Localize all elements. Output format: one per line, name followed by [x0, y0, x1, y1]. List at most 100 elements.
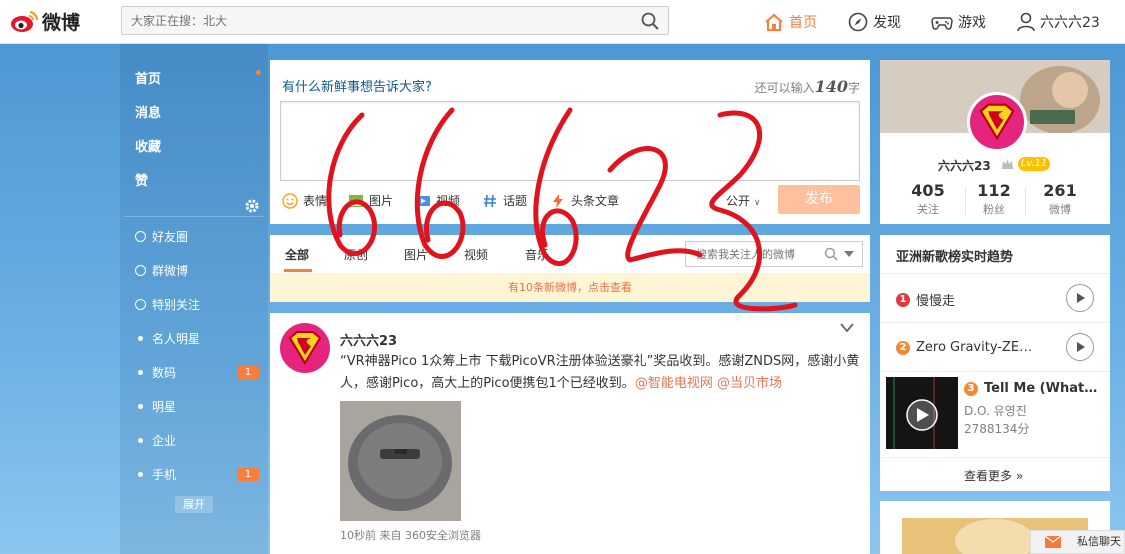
nav-user[interactable]: 六六六23 [1017, 0, 1100, 44]
song-item-2[interactable]: 2 Zero Gravity-ZE… [896, 340, 1032, 355]
group-label: 群微博 [152, 264, 189, 278]
visibility-select[interactable]: 公开 ∨ [726, 192, 760, 209]
video-tool[interactable]: 视频 [415, 192, 460, 209]
play-button[interactable] [1066, 333, 1094, 361]
mention-link[interactable]: @当贝市场 [717, 376, 782, 391]
feed-search-input[interactable] [686, 242, 814, 266]
rank-badge: 2 [896, 340, 910, 355]
nav-home-label: 首页 [789, 15, 817, 31]
bullet-icon [138, 404, 143, 409]
video-label: 视频 [436, 194, 461, 208]
video-icon [416, 195, 430, 206]
song-item-3[interactable]: 3 Tell Me (What… [964, 381, 1097, 396]
topic-tool[interactable]: 话题 [482, 192, 527, 209]
digital-count-badge: 1 [237, 366, 259, 379]
sidebar-group-celebs[interactable]: 名人明星 [135, 330, 200, 347]
play-icon [1077, 342, 1085, 352]
image-tool[interactable]: 图片 [348, 192, 393, 209]
profile-name[interactable]: 六六六23 [938, 157, 991, 174]
song-title: Tell Me (What… [984, 381, 1098, 396]
article-tool[interactable]: 头条文章 [550, 192, 619, 209]
song-score: 2788134分 [964, 422, 1030, 436]
search-input[interactable] [122, 7, 612, 34]
image-icon [349, 194, 363, 207]
emoji-tool[interactable]: 表情 [282, 192, 327, 209]
stat-label: 微博 [1049, 203, 1071, 216]
view-more-link[interactable]: 查看更多 » [964, 467, 1023, 484]
mention-link[interactable]: @智能电视网 [635, 376, 713, 391]
rank-badge: 1 [896, 292, 910, 307]
sidebar-item-likes[interactable]: 赞 [135, 170, 148, 189]
smiley-icon [282, 192, 298, 209]
composer-textarea[interactable] [280, 101, 860, 181]
stat-followers[interactable]: 112 粉丝 [956, 181, 1032, 217]
nav-discover[interactable]: 发现 [848, 0, 901, 44]
chevron-down-icon[interactable] [840, 323, 854, 333]
post-author[interactable]: 六六六23 [340, 330, 397, 349]
tab-all[interactable]: 全部 [285, 246, 309, 263]
char-limit-number: 140 [814, 77, 848, 96]
stat-following[interactable]: 405 关注 [890, 181, 966, 217]
sidebar-group-weibo[interactable]: 群微博 [135, 262, 188, 279]
composer-prompt: 有什么新鲜事想告诉大家? [282, 80, 432, 95]
sidebar-group-special[interactable]: 特别关注 [135, 296, 200, 313]
char-limit-prefix: 还可以输入 [754, 81, 815, 95]
level-badge[interactable]: Lv.11 [1018, 157, 1050, 171]
post-image[interactable] [340, 401, 461, 521]
tab-images[interactable]: 图片 [404, 246, 428, 263]
post-meta: 10秒前 来自 360安全浏览器 [340, 529, 481, 542]
sidebar-group-stars[interactable]: 明星 [135, 398, 176, 415]
divider [880, 457, 1110, 458]
play-icon [1077, 293, 1085, 303]
tab-original[interactable]: 原创 [344, 246, 368, 263]
tab-music[interactable]: 音乐 [525, 246, 549, 263]
sidebar-group-friends[interactable]: 好友圈 [135, 228, 188, 245]
divider [880, 322, 1110, 323]
stat-number: 405 [911, 181, 945, 200]
feed-tabs: 全部 原创 图片 视频 音乐 [270, 235, 870, 273]
album-art [886, 377, 958, 449]
nav-game[interactable]: 游戏 [931, 0, 986, 44]
search-icon[interactable] [824, 247, 838, 261]
gamepad-icon [931, 17, 953, 30]
album-cover[interactable] [886, 377, 958, 449]
song-item-1[interactable]: 1 慢慢走 [896, 290, 955, 309]
divider [880, 371, 1110, 372]
stat-number: 112 [977, 181, 1011, 200]
caret-down-icon[interactable] [844, 251, 854, 258]
bullet-icon [138, 370, 143, 375]
music-chart-title[interactable]: 亚洲新歌榜实时趋势 [896, 246, 1013, 265]
sidebar-item-home[interactable]: 首页 [135, 68, 161, 87]
sidebar-item-favorites[interactable]: 收藏 [135, 136, 161, 155]
tab-videos[interactable]: 视频 [464, 246, 488, 263]
group-label: 数码 [152, 366, 177, 380]
profile-avatar[interactable] [967, 92, 1027, 152]
sidebar-item-messages[interactable]: 消息 [135, 102, 161, 121]
user-icon [1017, 12, 1035, 32]
circle-icon [135, 299, 146, 310]
chat-tab[interactable]: 私信聊天 [1030, 530, 1125, 554]
new-posts-notice[interactable]: 有10条新微博，点击查看 [270, 273, 870, 302]
group-label: 企业 [152, 434, 177, 448]
sidebar-group-digital[interactable]: 数码 [135, 364, 176, 381]
stat-posts[interactable]: 261 微博 [1022, 181, 1098, 217]
play-button[interactable] [1066, 284, 1094, 312]
superman-logo-icon [979, 103, 1015, 141]
pico-case-photo [340, 401, 461, 521]
avatar[interactable] [280, 323, 330, 373]
nav-home[interactable]: 首页 [764, 0, 817, 44]
post-text: “VR神器Pico 1众筹上市 下载PicoVR注册体验送豪礼”奖品收到。感谢Z… [340, 351, 860, 395]
search-icon[interactable] [641, 12, 659, 30]
settings-gear-icon[interactable] [245, 199, 259, 213]
bullet-icon [138, 438, 143, 443]
expand-button[interactable]: 展开 [175, 496, 213, 513]
feed-post: 六六六23 “VR神器Pico 1众筹上市 下载PicoVR注册体验送豪礼”奖品… [270, 313, 870, 554]
song-artist[interactable]: D.O. 유영진 [964, 402, 1027, 419]
weibo-logo[interactable]: 微博 [10, 6, 80, 36]
publish-button[interactable]: 发布 [778, 185, 860, 214]
image-label: 图片 [369, 194, 394, 208]
sidebar-group-enterprise[interactable]: 企业 [135, 432, 176, 449]
divider [880, 273, 1110, 274]
visibility-label: 公开 [726, 194, 751, 208]
sidebar-group-phone[interactable]: 手机 [135, 466, 176, 483]
